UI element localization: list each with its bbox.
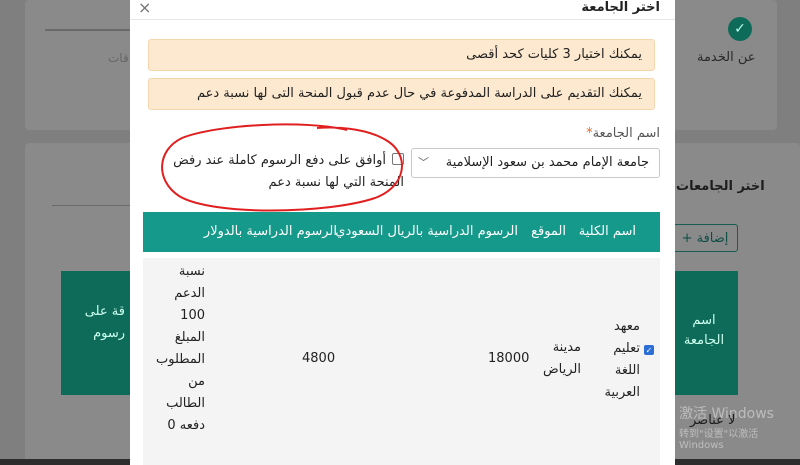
- university-field-label: اسم الجامعة*: [586, 126, 660, 141]
- colleges-table-body: ✓ معهد تعليم اللغة العربية مدينة الرياض …: [143, 258, 660, 465]
- notice-max-colleges: يمكنك اختيار 3 كليات كحد أقصى: [148, 39, 655, 71]
- cell-fees-usd: 4800: [302, 351, 336, 366]
- university-select-value: جامعة الإمام محمد بن سعود الإسلامية: [445, 155, 649, 170]
- watermark-line-1: 激活 Windows: [679, 406, 774, 422]
- section-title-choose-universities: اختر الجامعات: [676, 179, 765, 194]
- notice-paid-study: يمكنك التقديم على الدراسة المدفوعة في حا…: [148, 78, 655, 110]
- choose-university-modal: × اختر الجامعة يمكنك اختيار 3 كليات كحد …: [130, 0, 675, 465]
- close-icon[interactable]: ×: [138, 0, 151, 17]
- agree-checkbox-label: أوافق على دفع الرسوم كاملة عند رفض المنح…: [173, 153, 404, 190]
- cell-college-name: معهد تعليم اللغة العربية: [604, 319, 640, 400]
- header-fees-usd: الرسوم الدراسية بالدولار: [203, 224, 337, 239]
- header-location: الموقع: [531, 224, 566, 239]
- step-complete-check-icon: ✓: [728, 17, 752, 41]
- windows-activation-watermark: 激活 Windows 转到"设置"以激活 Windows: [679, 403, 800, 451]
- section-divider: [52, 205, 132, 206]
- chevron-down-icon: ﹀: [418, 156, 429, 169]
- step-progress-line: [45, 29, 135, 31]
- header-fees-sar: الرسوم الدراسية بالريال السعودي: [335, 224, 518, 239]
- modal-title: اختر الجامعة: [581, 0, 660, 15]
- step-label-about-service: عن الخدمة: [697, 50, 756, 65]
- table-header-cell-left: قة على رسوم: [61, 271, 131, 395]
- agree-full-fees-option[interactable]: أوافق على دفع الرسوم كاملة عند رفض المنح…: [162, 150, 404, 194]
- add-university-button[interactable]: + إضافة: [672, 224, 738, 252]
- step-label-faded: قات: [108, 51, 129, 65]
- table-header-cell-university: اسم الجامعة: [670, 271, 738, 395]
- university-label-text: اسم الجامعة: [592, 126, 660, 141]
- header-college-name: اسم الكلية: [578, 224, 636, 239]
- modal-header: × اختر الجامعة: [130, 0, 675, 20]
- colleges-table-header: اسم الكلية الموقع الرسوم الدراسية بالريا…: [143, 212, 660, 252]
- cell-location: مدينة الرياض: [542, 340, 581, 377]
- row-select-checkbox[interactable]: ✓: [644, 345, 654, 355]
- university-select[interactable]: جامعة الإمام محمد بن سعود الإسلامية ﹀: [411, 148, 660, 178]
- agree-checkbox[interactable]: [392, 153, 404, 165]
- watermark-line-2: 转到"设置"以激活 Windows: [679, 429, 759, 451]
- cell-fees-sar: 18000: [488, 351, 530, 366]
- cell-support-info: نسبة الدعم 100 المبلغ المطلوب من الطالب …: [155, 264, 205, 433]
